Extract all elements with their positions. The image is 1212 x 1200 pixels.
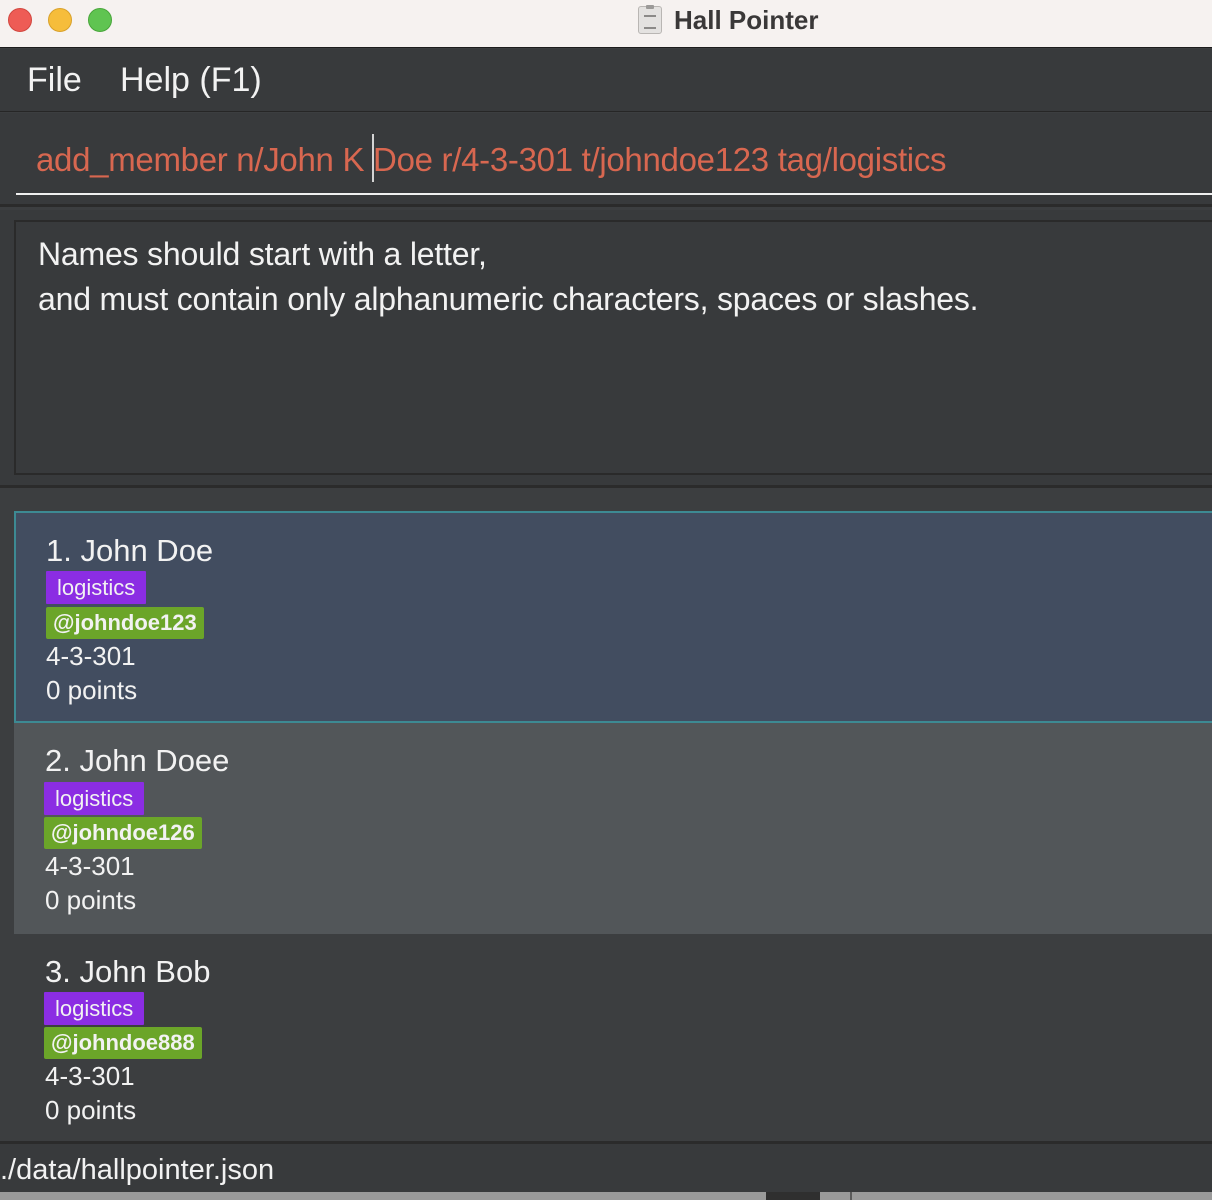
member-points: 0 points [45,885,137,915]
menu-help[interactable]: Help (F1) [120,61,262,99]
member-points: 0 points [46,675,138,705]
close-window-button[interactable] [8,8,32,32]
member-tag: logistics [46,571,147,604]
bottom-edge [0,1192,1212,1200]
member-card[interactable]: 1. John Doe logistics @johndoe123 4-3-30… [14,511,1212,723]
window-title: Hall Pointer [674,5,819,35]
command-box-area: add_member n/John K Doe r/4-3-301 t/john… [0,113,1212,207]
member-list[interactable]: 1. John Doe logistics @johndoe123 4-3-30… [0,491,1212,1141]
divider [850,1192,852,1200]
result-display-area: Names should start with a letter, and mu… [0,210,1212,488]
member-card[interactable]: 3. John Bob logistics @johndoe888 4-3-30… [14,934,1212,1141]
member-telegram-handle: @johndoe888 [44,1027,202,1059]
title-bar: Hall Pointer [0,0,1212,48]
member-room: 4-3-301 [45,1061,135,1091]
save-location-path: ./data/hallpointer.json [0,1154,275,1186]
member-room: 4-3-301 [45,851,135,881]
result-message-line-1: Names should start with a letter, [38,236,487,272]
menu-bar: File Help (F1) [0,49,1212,112]
member-name: 2. John Doee [45,743,230,778]
result-message-line-2: and must contain only alphanumeric chara… [38,281,979,317]
member-room: 4-3-301 [46,641,136,671]
menu-file[interactable]: File [27,61,82,99]
member-tag: logistics [44,782,145,815]
text-caret [372,134,374,182]
member-telegram-handle: @johndoe126 [44,817,202,849]
member-points: 0 points [45,1095,137,1125]
minimize-window-button[interactable] [48,8,72,32]
clipboard-icon [638,5,662,34]
result-display[interactable]: Names should start with a letter, and mu… [14,220,1212,475]
zoom-window-button[interactable] [88,8,112,32]
member-name: 3. John Bob [45,954,211,989]
member-name: 1. John Doe [46,533,214,568]
command-input[interactable]: add_member n/John K Doe r/4-3-301 t/john… [16,137,1212,195]
member-card[interactable]: 2. John Doee logistics @johndoe126 4-3-3… [14,723,1212,934]
member-tag: logistics [44,992,145,1025]
scrollbar-thumb[interactable] [766,1192,820,1200]
member-telegram-handle: @johndoe123 [46,607,204,639]
status-bar: ./data/hallpointer.json [0,1141,1212,1192]
